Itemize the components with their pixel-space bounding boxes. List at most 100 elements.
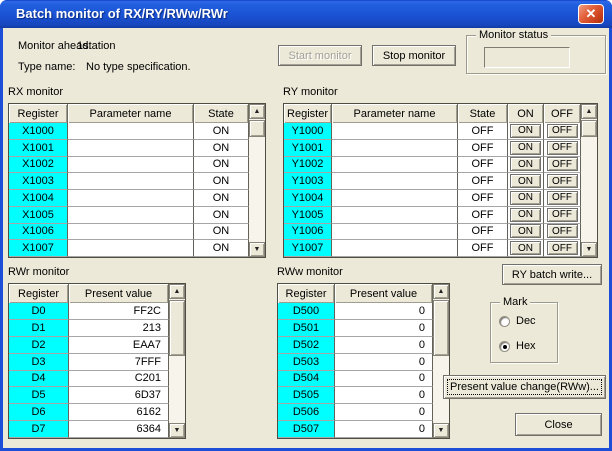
titlebar[interactable]: Batch monitor of RX/RY/RWw/RWr ✕ [0,0,612,28]
register-cell: D507 [278,421,335,438]
register-cell: X1003 [9,173,68,190]
scroll-down-button[interactable]: ▼ [249,242,265,257]
on-cell: ON [508,207,544,224]
value-cell: 213 [69,320,169,337]
scroll-down-button[interactable]: ▼ [169,423,185,438]
off-button[interactable]: OFF [547,141,578,155]
table-row: D56D37 [9,387,169,404]
register-cell: D502 [278,337,335,354]
state-cell: ON [194,240,249,257]
value-cell: 0 [335,404,433,421]
scrollbar[interactable]: ▲ ▼ [581,104,597,257]
on-button[interactable]: ON [510,141,541,155]
off-button[interactable]: OFF [547,191,578,205]
register-cell: Y1004 [284,190,332,207]
monitor-status-field [484,47,570,68]
column-header[interactable]: Present value [335,284,433,303]
value-cell: 0 [335,354,433,371]
on-cell: ON [508,173,544,190]
column-header[interactable]: Register [9,104,68,123]
register-cell: D4 [9,371,69,388]
column-header[interactable]: Register [284,104,332,123]
register-cell: D0 [9,303,69,320]
off-cell: OFF [544,140,581,157]
parameter-cell [68,190,194,207]
column-header[interactable]: Parameter name [68,104,194,123]
parameter-cell [332,207,458,224]
on-button[interactable]: ON [510,191,541,205]
register-cell: Y1003 [284,173,332,190]
scroll-thumb[interactable] [581,120,597,137]
parameter-cell [68,173,194,190]
parameter-cell [68,240,194,257]
scrollbar[interactable]: ▲ ▼ [249,104,265,257]
table-row: X1003ON [9,173,249,190]
type-name-value: No type specification. [86,61,191,73]
off-button[interactable]: OFF [547,241,578,255]
on-button[interactable]: ON [510,241,541,255]
on-button[interactable]: ON [510,124,541,138]
register-cell: D2 [9,337,69,354]
column-header[interactable]: Parameter name [332,104,458,123]
rwr-monitor-label: RWr monitor [8,266,69,278]
off-button[interactable]: OFF [547,174,578,188]
present-value-change-button[interactable]: Present value change(RWw)... [443,375,606,399]
table-row: Y1007OFFONOFF [284,240,581,257]
scroll-thumb[interactable] [433,300,449,356]
start-monitor-button[interactable]: Start monitor [278,45,362,66]
column-header[interactable]: Register [9,284,69,303]
on-button[interactable]: ON [510,174,541,188]
scroll-down-icon: ▼ [174,427,181,434]
scrollbar[interactable]: ▲ ▼ [169,284,185,438]
state-cell: ON [194,157,249,174]
radio-icon [499,316,510,327]
scroll-up-button[interactable]: ▲ [249,104,265,119]
close-button[interactable]: ✕ [578,4,604,24]
off-button[interactable]: OFF [547,208,578,222]
register-cell: Y1002 [284,157,332,174]
scroll-down-button[interactable]: ▼ [433,423,449,438]
table-row: X1006ON [9,224,249,241]
column-header[interactable]: Register [278,284,335,303]
scroll-thumb[interactable] [249,120,265,137]
stop-monitor-button[interactable]: Stop monitor [372,45,456,66]
register-cell: D504 [278,371,335,388]
scrollbar[interactable]: ▲ ▼ [433,284,449,438]
rww-monitor-table: Register Present value D5000D5010D5020D5… [277,283,450,439]
scroll-thumb[interactable] [169,300,185,356]
monitor-ahead-value: 1station [77,40,116,52]
column-header[interactable]: ON [508,104,544,123]
off-button[interactable]: OFF [547,224,578,238]
scroll-up-icon: ▲ [586,108,593,115]
monitor-status-label: Monitor status [476,29,551,41]
column-header[interactable]: State [194,104,249,123]
radio-hex[interactable]: Hex [499,340,536,352]
register-cell: D1 [9,320,69,337]
table-row: D37FFF [9,354,169,371]
parameter-cell [68,224,194,241]
state-cell: OFF [458,240,508,257]
on-button[interactable]: ON [510,208,541,222]
off-button[interactable]: OFF [547,157,578,171]
off-button[interactable]: OFF [547,124,578,138]
scroll-down-button[interactable]: ▼ [581,242,597,257]
register-cell: D503 [278,354,335,371]
scroll-up-button[interactable]: ▲ [581,104,597,119]
radio-dec[interactable]: Dec [499,315,536,327]
value-cell: 6D37 [69,387,169,404]
column-header[interactable]: Present value [69,284,169,303]
scroll-up-button[interactable]: ▲ [433,284,449,299]
on-button[interactable]: ON [510,224,541,238]
scroll-up-icon: ▲ [174,288,181,295]
on-button[interactable]: ON [510,157,541,171]
state-cell: ON [194,224,249,241]
ry-batch-write-button[interactable]: RY batch write... [502,264,602,285]
rwr-monitor-table: Register Present value D0FF2CD1213D2EAA7… [8,283,186,439]
column-header[interactable]: OFF [544,104,581,123]
close-dialog-button[interactable]: Close [515,413,602,436]
radio-hex-label: Hex [516,340,536,352]
state-cell: OFF [458,157,508,174]
value-cell: 0 [335,320,433,337]
column-header[interactable]: State [458,104,508,123]
scroll-up-button[interactable]: ▲ [169,284,185,299]
